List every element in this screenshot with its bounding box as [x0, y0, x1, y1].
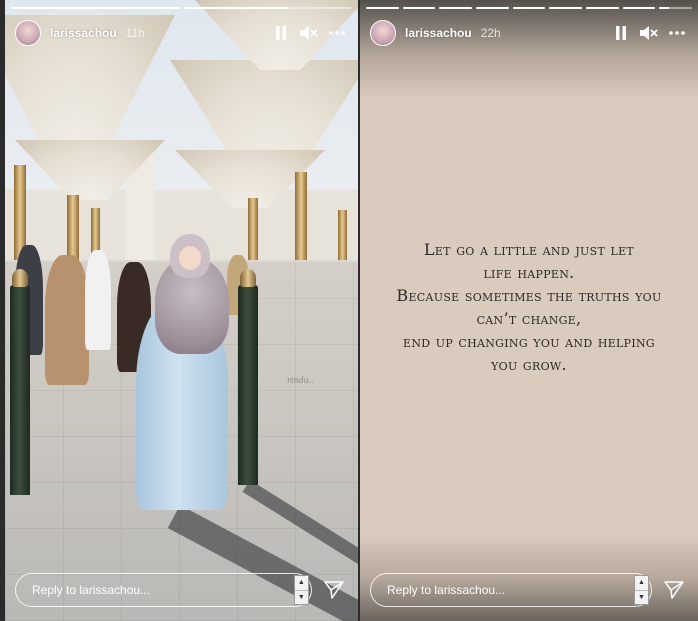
progress-segment — [439, 7, 473, 9]
quote-line: you grow. — [491, 355, 567, 374]
pilgrim — [85, 250, 111, 350]
username[interactable]: larissachou — [50, 26, 117, 40]
quote-line: end up changing you and helping — [402, 332, 656, 351]
progress-fill — [476, 7, 509, 9]
progress-fill — [586, 7, 619, 9]
stepper-down-icon[interactable]: ▼ — [294, 589, 308, 605]
story-text[interactable]: Let go a little and just let life happen… — [360, 0, 698, 621]
stepper-up-icon[interactable]: ▲ — [635, 576, 648, 590]
umbrella-pillar — [338, 210, 347, 260]
reply-input[interactable] — [32, 583, 294, 597]
story-quote: Let go a little and just let life happen… — [360, 238, 698, 376]
more-icon[interactable] — [326, 22, 348, 44]
more-icon[interactable] — [666, 22, 688, 44]
progress-fill — [512, 7, 546, 9]
story-header: larissachou 11h — [15, 18, 348, 48]
story-footer: ▲ ▼ — [15, 573, 348, 607]
umbrella-pillar — [248, 198, 258, 260]
story-header: larissachou 22h — [370, 18, 688, 48]
reply-input[interactable] — [387, 583, 634, 597]
reply-stepper[interactable]: ▲ ▼ — [633, 575, 649, 605]
progress-segment — [622, 7, 656, 9]
stepper-up-icon[interactable]: ▲ — [295, 576, 308, 590]
progress-segment — [512, 7, 546, 9]
progress-fill — [402, 7, 436, 9]
bollard — [238, 269, 258, 485]
umbrella-pillar — [67, 195, 79, 260]
progress-fill — [659, 7, 670, 9]
progress-fill — [622, 7, 656, 9]
story-time: 22h — [480, 26, 501, 40]
pause-icon[interactable] — [610, 22, 632, 44]
mute-icon[interactable] — [298, 22, 320, 44]
story-progress — [366, 7, 693, 9]
username[interactable]: larissachou — [405, 26, 472, 40]
reply-field[interactable]: ▲ ▼ — [370, 573, 652, 607]
quote-line: Let go a little and just let — [423, 240, 635, 259]
avatar[interactable] — [15, 20, 41, 46]
progress-segment — [549, 7, 583, 9]
story-footer: ▲ ▼ — [370, 573, 688, 607]
story-photo[interactable]: rindu.. larissachou 11h ▲ ▼ — [5, 0, 358, 621]
umbrella-pillar — [295, 172, 307, 260]
photo-watermark: rindu.. — [287, 376, 314, 385]
progress-fill — [183, 7, 288, 9]
progress-segment — [476, 7, 509, 9]
story-time: 11h — [125, 26, 145, 40]
progress-fill — [11, 7, 180, 9]
mute-icon[interactable] — [638, 22, 660, 44]
stepper-down-icon[interactable]: ▼ — [634, 589, 648, 605]
progress-segment — [402, 7, 436, 9]
progress-segment — [183, 7, 352, 9]
progress-segment — [11, 7, 180, 9]
send-icon[interactable] — [660, 576, 688, 604]
pilgrim — [45, 255, 89, 385]
quote-line: life happen. — [483, 263, 575, 282]
progress-segment — [659, 7, 693, 9]
progress-segment — [366, 7, 399, 9]
send-icon[interactable] — [320, 576, 348, 604]
pause-icon[interactable] — [270, 22, 292, 44]
progress-fill — [439, 7, 473, 9]
bollard — [10, 269, 30, 495]
woman-face — [179, 246, 201, 270]
story-photo-image: rindu.. — [5, 0, 358, 621]
progress-fill — [549, 7, 583, 9]
story-viewer: rindu.. larissachou 11h ▲ ▼ — [0, 0, 698, 621]
reply-field[interactable]: ▲ ▼ — [15, 573, 312, 607]
quote-line: can’t change, — [476, 309, 582, 328]
progress-segment — [586, 7, 619, 9]
progress-fill — [366, 7, 399, 9]
avatar[interactable] — [370, 20, 396, 46]
reply-stepper[interactable]: ▲ ▼ — [293, 575, 309, 605]
story-progress — [11, 7, 352, 9]
quote-line: Because sometimes the truths you — [396, 286, 662, 305]
